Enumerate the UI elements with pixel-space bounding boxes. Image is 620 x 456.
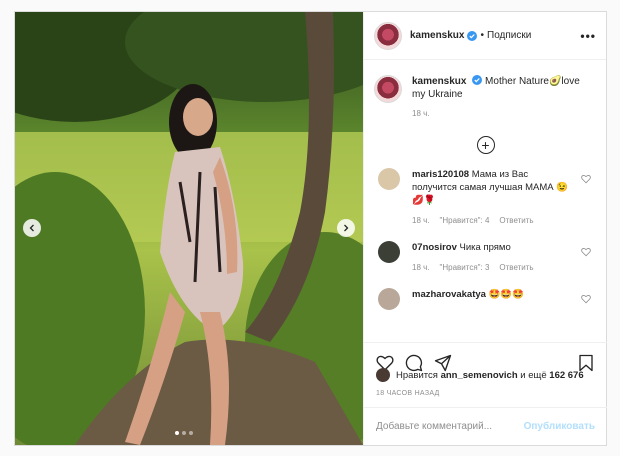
- caption-avatar[interactable]: [374, 75, 402, 103]
- caption-text: kamenskux Mother Nature🥑love my Ukraine: [412, 75, 592, 103]
- photo-scene: [15, 12, 363, 445]
- verified-badge-icon: [472, 75, 483, 85]
- verified-badge-icon: [467, 30, 478, 41]
- post-caption: kamenskux Mother Nature🥑love my Ukraine: [364, 61, 607, 103]
- comment-meta: 18 ч. "Нравится": 3 Ответить: [412, 261, 572, 274]
- post-card: kamenskux • Подписки ••• kamenskux Mothe…: [14, 11, 607, 446]
- comment-time: 18 ч.: [412, 216, 430, 225]
- load-more-comments: +: [364, 136, 607, 154]
- comment-item: maris120108 Мама из Вас получится самая …: [364, 168, 607, 227]
- chevron-left-icon: [29, 224, 34, 232]
- comment-likes[interactable]: "Нравится": 3: [440, 261, 490, 274]
- carousel-dot: [189, 431, 193, 435]
- comment-body: 07nosirov Чика прямо 18 ч. "Нравится": 3…: [412, 241, 572, 274]
- likes-and-more: и ещё: [520, 369, 547, 381]
- comment-item: mazharovakatya 🤩🤩🤩: [364, 288, 607, 310]
- add-comment-bar: Опубликовать: [364, 407, 607, 445]
- commenter-avatar[interactable]: [378, 168, 400, 190]
- carousel-dot: [182, 431, 186, 435]
- comment-meta: 18 ч. "Нравится": 4 Ответить: [412, 214, 572, 227]
- caption-username[interactable]: kamenskux: [412, 76, 466, 87]
- carousel-indicator: [175, 431, 193, 435]
- publish-button[interactable]: Опубликовать: [524, 421, 595, 432]
- caption-timestamp: 18 ч.: [412, 109, 430, 118]
- heart-icon[interactable]: [581, 174, 591, 184]
- heart-icon[interactable]: [581, 294, 591, 304]
- carousel-dot: [175, 431, 179, 435]
- commenter-avatar[interactable]: [378, 241, 400, 263]
- more-options-icon[interactable]: •••: [580, 29, 596, 43]
- liker-username[interactable]: ann_semenovich: [441, 370, 518, 381]
- carousel-prev-button[interactable]: [23, 219, 41, 237]
- reply-button[interactable]: Ответить: [499, 261, 533, 274]
- comment-body: maris120108 Мама из Вас получится самая …: [412, 168, 572, 227]
- liker-avatar[interactable]: [376, 368, 390, 382]
- header-separator: •: [480, 30, 484, 41]
- comment-text: 🤩🤩🤩: [488, 289, 525, 300]
- comment-item: 07nosirov Чика прямо 18 ч. "Нравится": 3…: [364, 241, 607, 274]
- post-sidebar: kamenskux • Подписки ••• kamenskux Mothe…: [363, 12, 607, 445]
- likes-count[interactable]: 162 676: [549, 370, 583, 381]
- reply-button[interactable]: Ответить: [499, 214, 533, 227]
- comment-input[interactable]: [376, 421, 524, 432]
- comments-list: kamenskux Mother Nature🥑love my Ukraine …: [364, 61, 607, 331]
- comment-username[interactable]: mazharovakatya: [412, 289, 486, 300]
- chevron-right-icon: [344, 224, 349, 232]
- post-photo[interactable]: [15, 12, 363, 445]
- post-date[interactable]: 18 ЧАСОВ НАЗАД: [376, 390, 440, 397]
- plus-circle-icon[interactable]: +: [476, 136, 495, 154]
- author-username[interactable]: kamenskux: [410, 30, 464, 41]
- following-button[interactable]: Подписки: [487, 30, 531, 41]
- author-avatar[interactable]: [374, 21, 402, 50]
- comment-username[interactable]: maris120108: [412, 169, 469, 180]
- heart-icon[interactable]: [581, 247, 591, 257]
- comment-likes[interactable]: "Нравится": 4: [440, 214, 490, 227]
- comment-body: mazharovakatya 🤩🤩🤩: [412, 288, 572, 310]
- comment-username[interactable]: 07nosirov: [412, 242, 457, 253]
- commenter-avatar[interactable]: [378, 288, 400, 310]
- likes-prefix: Нравится: [396, 369, 438, 381]
- comment-time: 18 ч.: [412, 263, 430, 272]
- carousel-next-button[interactable]: [337, 219, 355, 237]
- post-header: kamenskux • Подписки •••: [364, 12, 606, 60]
- comment-text: Чика прямо: [459, 242, 511, 253]
- likes-summary: Нравится ann_semenovich и ещё 162 676: [376, 368, 584, 382]
